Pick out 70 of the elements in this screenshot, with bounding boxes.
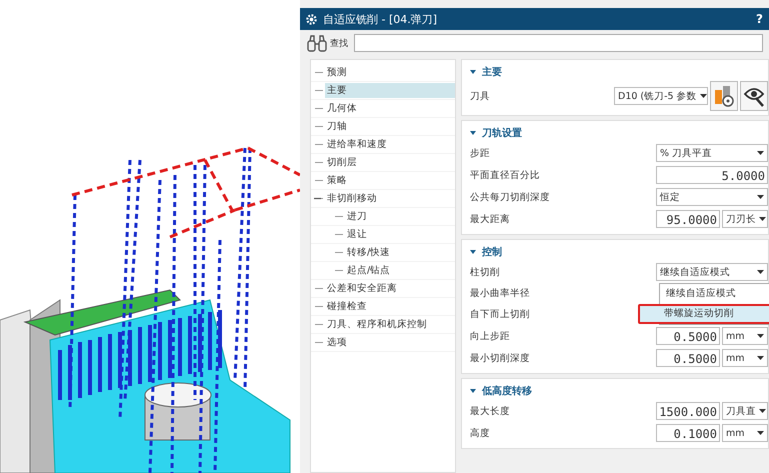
caret-icon <box>759 409 766 413</box>
tree-item[interactable]: 公差和安全距离 <box>325 281 455 296</box>
caret-icon <box>700 94 707 98</box>
field-label: 平面直径百分比 <box>470 168 540 182</box>
tree-item[interactable]: 碰撞检查 <box>325 299 455 314</box>
gear-icon <box>306 14 317 24</box>
field-label: 公共每刀切削深度 <box>470 190 550 204</box>
window-title: 自适应铣削 - [04.弹刀] <box>323 12 438 26</box>
tree-item[interactable]: 主要 <box>325 83 455 98</box>
unit-dropdown[interactable]: mm <box>722 349 768 367</box>
unit-dropdown[interactable]: mm <box>722 424 768 442</box>
eye-wrench-button[interactable] <box>740 81 768 111</box>
search-field[interactable] <box>354 34 763 52</box>
field-label: 最大长度 <box>470 404 510 418</box>
dropdown-option[interactable]: 继续自适应模式 <box>660 284 769 304</box>
number-field[interactable]: 1500.000 <box>656 402 720 420</box>
tree-item[interactable]: 切削层 <box>325 155 455 170</box>
section-title[interactable]: 控制 <box>482 245 502 259</box>
tree-item[interactable]: 策略 <box>325 173 455 188</box>
number-field[interactable]: 5.0000 <box>656 166 768 184</box>
number-field[interactable]: 0.5000 <box>656 327 720 345</box>
help-button[interactable]: ? <box>756 12 763 26</box>
field-label: 步距 <box>470 146 490 160</box>
tree-item[interactable]: 退让 <box>345 227 455 242</box>
field-label: 高度 <box>470 426 490 440</box>
tree-item[interactable]: 刀轴 <box>325 119 455 134</box>
field-label: 刀具 <box>470 90 490 102</box>
section-title[interactable]: 主要 <box>482 65 502 79</box>
field-label: 柱切削 <box>470 266 500 278</box>
caret-icon <box>757 151 764 155</box>
number-field[interactable]: 0.1000 <box>656 424 720 442</box>
field-label: 自下而上切削 <box>470 308 530 320</box>
tree-item[interactable]: 非切削移动 <box>325 191 455 206</box>
section-title[interactable]: 刀轨设置 <box>482 126 522 140</box>
section-title[interactable]: 低高度转移 <box>482 384 532 398</box>
field-label: 最小切削深度 <box>470 352 530 364</box>
number-field[interactable]: 0.5000 <box>656 349 720 367</box>
caret-icon <box>757 334 764 338</box>
tree-item[interactable]: 起点/钻点 <box>345 263 455 278</box>
tree-item[interactable]: 选项 <box>325 335 455 350</box>
search-label: 查找 <box>330 38 348 50</box>
collapse-toggle[interactable] <box>314 195 321 202</box>
unit-dropdown[interactable]: 刀具直 <box>722 402 768 420</box>
tree-item[interactable]: 转移/快速 <box>345 245 455 260</box>
binoculars-icon <box>306 34 328 52</box>
caret-icon <box>757 431 764 435</box>
tree-item[interactable]: 几何体 <box>325 101 455 116</box>
tree-item[interactable]: 进给率和速度 <box>325 137 455 152</box>
tree-item[interactable]: 刀具、程序和机床控制 <box>325 317 455 332</box>
tree-item[interactable]: 进刀 <box>345 209 455 224</box>
caret-icon <box>757 356 764 360</box>
unit-dropdown[interactable]: 刀刃长 <box>722 210 768 228</box>
field-label: 最小曲率半径 <box>470 286 530 300</box>
collapse-arrow-icon[interactable] <box>470 70 476 74</box>
caret-icon <box>757 270 764 274</box>
field-label: 最大距离 <box>470 212 510 226</box>
select-dropdown[interactable]: 恒定 <box>656 188 768 206</box>
tool-library-button[interactable] <box>710 81 738 111</box>
select-dropdown[interactable]: % 刀具平直 <box>656 144 768 162</box>
caret-icon <box>757 195 764 199</box>
collapse-arrow-icon[interactable] <box>470 131 476 135</box>
tool-dropdown[interactable]: D10 (铣刀-5 参数 <box>614 87 708 105</box>
tree-item[interactable]: 预测 <box>325 65 455 80</box>
unit-dropdown[interactable]: mm <box>722 327 768 345</box>
caret-icon <box>759 217 766 221</box>
collapse-arrow-icon[interactable] <box>470 389 476 393</box>
field-label: 向上步距 <box>470 330 510 342</box>
collapse-arrow-icon[interactable] <box>470 250 476 254</box>
dropdown-option[interactable]: 带螺旋运动切削 <box>638 304 769 324</box>
number-field[interactable]: 95.0000 <box>656 210 720 228</box>
